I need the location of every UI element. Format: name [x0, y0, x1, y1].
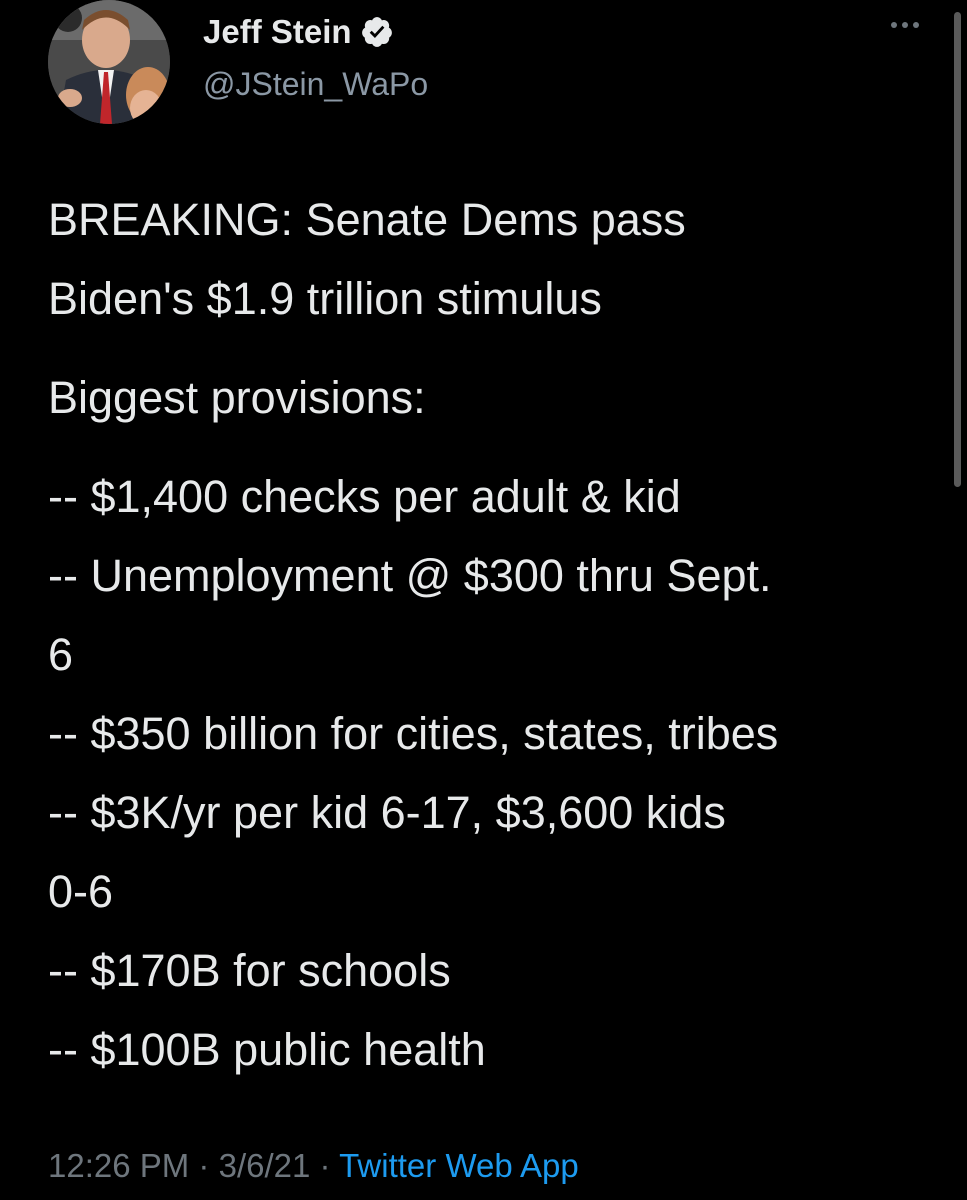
author-name-row[interactable]: Jeff Stein	[203, 12, 394, 52]
author-display-name[interactable]: Jeff Stein	[203, 12, 352, 52]
provision-line: -- $1,400 checks per adult & kid	[48, 471, 681, 522]
author-handle[interactable]: @JStein_WaPo	[203, 64, 428, 104]
provision-line: -- $350 billion for cities, states, trib…	[48, 708, 779, 759]
tweet-source-link[interactable]: Twitter Web App	[339, 1147, 579, 1184]
provisions-intro: Biggest provisions:	[48, 372, 426, 423]
tweet-date[interactable]: 3/6/21	[219, 1147, 311, 1184]
provision-line: 0-6	[48, 866, 114, 917]
verified-badge-icon	[360, 15, 394, 49]
provision-line: -- $3K/yr per kid 6-17, $3,600 kids	[48, 787, 726, 838]
headline-line-1: BREAKING: Senate Dems pass	[48, 194, 686, 245]
more-dot	[902, 22, 908, 28]
avatar-photo	[48, 0, 170, 124]
meta-separator: ·	[319, 1147, 331, 1184]
tweet-card: Jeff Stein @JStein_WaPo BREAKING: Senate…	[0, 0, 967, 1200]
tweet-meta: 12:26 PM · 3/6/21 · Twitter Web App	[48, 1140, 579, 1192]
avatar[interactable]	[48, 0, 170, 124]
scrollbar[interactable]	[954, 12, 961, 487]
tweet-time[interactable]: 12:26 PM	[48, 1147, 189, 1184]
headline-line-2: Biden's $1.9 trillion stimulus	[48, 273, 602, 324]
more-options-icon[interactable]	[891, 22, 919, 28]
provision-line: -- Unemployment @ $300 thru Sept.	[48, 550, 772, 601]
more-dot	[913, 22, 919, 28]
more-dot	[891, 22, 897, 28]
meta-separator: ·	[198, 1147, 210, 1184]
provision-line: -- $170B for schools	[48, 945, 451, 996]
provision-line: -- $100B public health	[48, 1024, 486, 1075]
tweet-text: BREAKING: Senate Dems pass Biden's $1.9 …	[48, 180, 928, 1089]
provision-line: 6	[48, 629, 74, 680]
